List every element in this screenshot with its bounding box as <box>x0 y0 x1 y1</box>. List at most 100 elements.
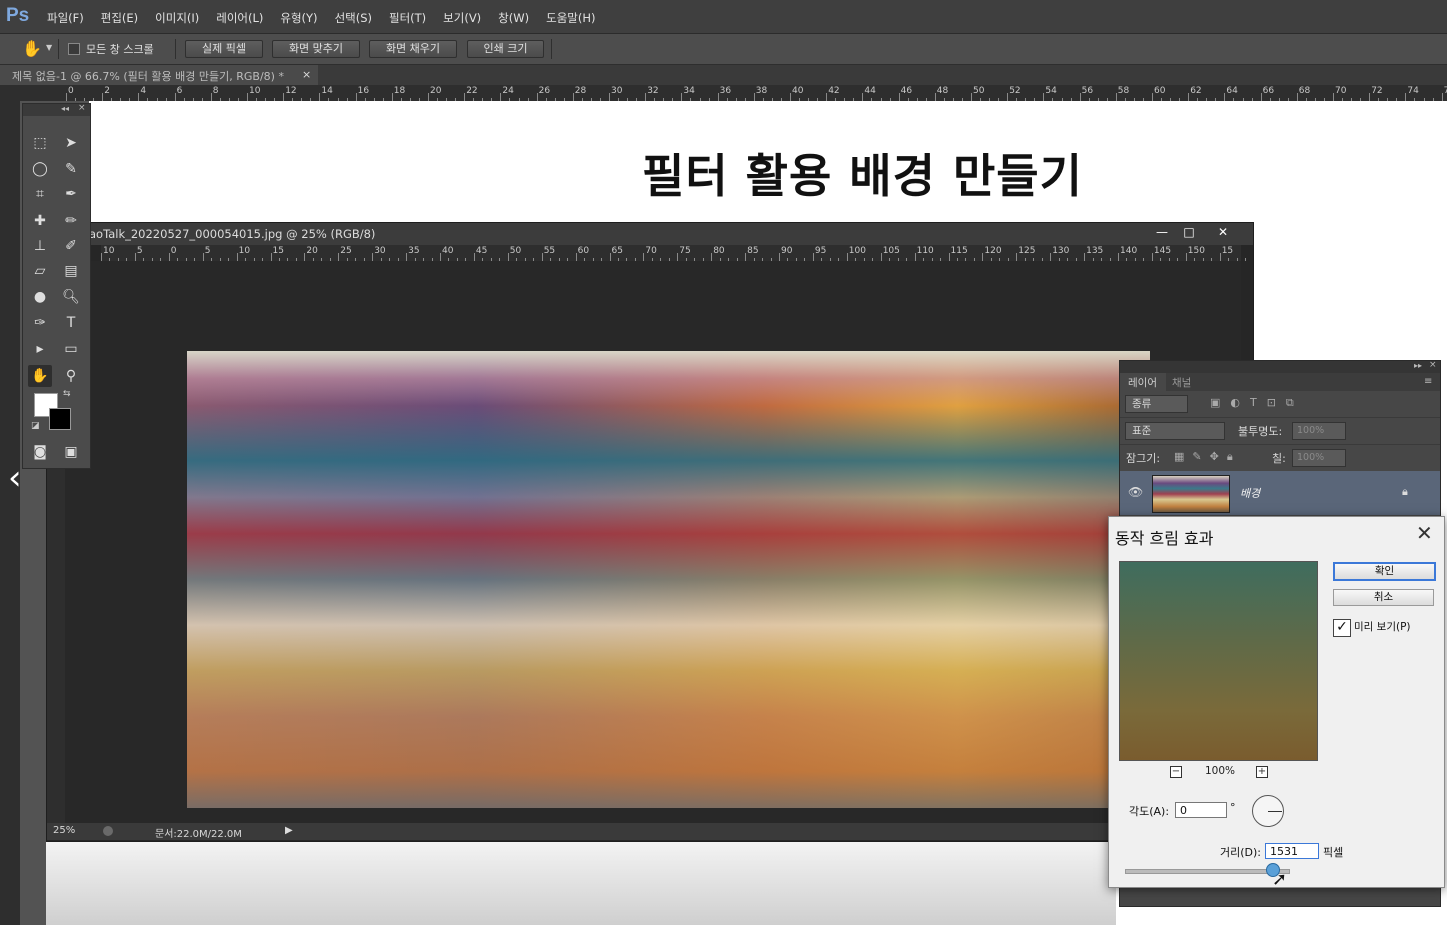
menu-file[interactable]: 파일(F) <box>47 10 84 26</box>
angle-dial[interactable] <box>1252 795 1284 827</box>
chevron-down-icon[interactable]: ▼ <box>46 43 52 52</box>
quick-select-tool-icon[interactable]: ✎ <box>59 158 83 180</box>
crop-tool-icon[interactable]: ⌗ <box>28 183 52 205</box>
gradient-tool-icon[interactable]: ▤ <box>59 260 83 282</box>
clone-stamp-icon[interactable]: ⊥ <box>28 235 52 257</box>
lock-icons[interactable]: ▦✎✥🔒︎ <box>1174 450 1241 464</box>
menu-view[interactable]: 보기(V) <box>443 10 481 26</box>
distance-label: 거리(D): <box>1220 846 1261 859</box>
quick-mask-icon[interactable]: ◙ <box>28 441 52 463</box>
brush-tool-icon[interactable]: ✏ <box>59 210 83 232</box>
play-icon[interactable]: ▶ <box>285 825 293 836</box>
menu-help[interactable]: 도움말(H) <box>546 10 595 26</box>
ruler-label: 0 <box>170 246 177 256</box>
cancel-button[interactable]: 취소 <box>1333 589 1434 606</box>
zoom-level[interactable]: 25% <box>53 825 75 836</box>
pen-tool-icon[interactable]: ✑ <box>28 312 52 334</box>
type-tool-icon[interactable]: T <box>59 312 83 334</box>
default-colors-icon[interactable]: ◪ <box>31 421 40 431</box>
zoom-in-icon[interactable]: + <box>1256 766 1268 778</box>
menu-layer[interactable]: 레이어(L) <box>216 10 263 26</box>
swap-colors-icon[interactable]: ⇆ <box>63 389 71 399</box>
collapse-icon[interactable]: ◂◂ <box>61 104 69 113</box>
menu-image[interactable]: 이미지(I) <box>155 10 199 26</box>
maximize-button[interactable]: □ <box>1178 225 1200 240</box>
distance-input[interactable] <box>1265 843 1319 859</box>
eyedropper-tool-icon[interactable]: ✒ <box>59 183 83 205</box>
layers-panel-header[interactable]: ▸▸ × <box>1120 360 1440 373</box>
close-icon[interactable]: × <box>78 103 86 113</box>
layer-row-background[interactable]: 👁︎ 배경 🔒︎ <box>1120 471 1440 515</box>
ruler-label: 52 <box>1009 86 1021 96</box>
image-window-titlebar[interactable]: aoTalk_20220527_000054015.jpg @ 25% (RGB… <box>47 223 1253 245</box>
slide-title: 필터 활용 배경 만들기 <box>642 149 1083 203</box>
ruler-label: 85 <box>747 246 759 256</box>
zoom-out-icon[interactable]: − <box>1170 766 1182 778</box>
ruler-tick <box>304 253 306 261</box>
filter-preview[interactable] <box>1119 561 1318 761</box>
tab-channels[interactable]: 채널 <box>1172 375 1191 390</box>
ruler-label: 135 <box>1086 246 1104 256</box>
background-color-swatch[interactable] <box>49 408 71 430</box>
eraser-tool-icon[interactable]: ▱ <box>28 260 52 282</box>
print-size-button[interactable]: 인쇄 크기 <box>467 40 544 58</box>
chevron-left-icon[interactable]: ‹ <box>8 458 22 498</box>
ruler-tick <box>210 93 212 101</box>
ruler-minor-tick <box>75 98 77 101</box>
ruler-tick <box>406 253 408 261</box>
ruler-tick <box>812 253 814 261</box>
healing-brush-icon[interactable]: ✚ <box>28 210 52 232</box>
menu-filter[interactable]: 필터(T) <box>389 10 426 26</box>
layer-name[interactable]: 배경 <box>1240 485 1260 501</box>
ruler-label: 62 <box>1190 86 1202 96</box>
tools-panel-header[interactable]: ◂◂ × <box>23 103 90 116</box>
move-tool-icon[interactable]: ➤ <box>59 132 83 154</box>
screen-mode-icon[interactable]: ▣ <box>59 441 83 463</box>
shape-tool-icon[interactable]: ▭ <box>59 338 83 360</box>
hand-tool-icon[interactable]: ✋ <box>28 365 52 387</box>
scroll-all-checkbox[interactable] <box>68 43 80 55</box>
menu-type[interactable]: 유형(Y) <box>280 10 317 26</box>
eye-icon[interactable]: 👁︎ <box>1128 485 1143 499</box>
close-icon[interactable]: × <box>1429 360 1437 370</box>
blur-tool-icon[interactable]: ● <box>28 286 52 308</box>
close-icon[interactable]: ✕ <box>1416 521 1433 545</box>
path-select-icon[interactable]: ▸ <box>28 338 52 360</box>
marquee-tool-icon[interactable]: ⬚ <box>28 132 52 154</box>
close-button[interactable]: ✕ <box>1212 225 1234 240</box>
fill-screen-button[interactable]: 화면 채우기 <box>369 40 457 58</box>
filter-kind-select[interactable]: 종류 <box>1125 395 1188 413</box>
canvas-bottom <box>46 840 1116 925</box>
panel-menu-icon[interactable]: ≡ <box>1424 376 1432 387</box>
fit-screen-button[interactable]: 화면 맞추기 <box>272 40 360 58</box>
image-area[interactable] <box>65 261 1241 823</box>
collapse-icon[interactable]: ▸▸ <box>1414 361 1422 370</box>
ruler-tick <box>1185 253 1187 261</box>
opacity-input[interactable]: 100% <box>1292 422 1346 440</box>
ruler-tick <box>790 93 791 101</box>
status-icon[interactable] <box>103 826 113 836</box>
lasso-tool-icon[interactable]: ◯ <box>28 158 52 180</box>
zoom-tool-icon[interactable]: ⚲ <box>59 365 83 387</box>
hand-tool-icon[interactable]: ✋ <box>22 39 42 58</box>
angle-label: 각도(A): <box>1129 805 1170 818</box>
dodge-tool-icon[interactable]: 🔍︎ <box>59 286 83 308</box>
actual-pixels-button[interactable]: 실제 픽셀 <box>185 40 263 58</box>
preview-checkbox[interactable]: ✓ <box>1333 619 1351 637</box>
ok-button[interactable]: 확인 <box>1333 562 1436 581</box>
minimize-button[interactable]: — <box>1151 225 1173 240</box>
menu-edit[interactable]: 편집(E) <box>101 10 138 26</box>
history-brush-icon[interactable]: ✐ <box>59 235 83 257</box>
ruler-label: 125 <box>1018 246 1036 256</box>
tab-layers[interactable]: 레이어 <box>1128 375 1157 390</box>
blend-mode-select[interactable]: 표준 <box>1125 422 1225 440</box>
menu-select[interactable]: 선택(S) <box>335 10 372 26</box>
angle-input[interactable] <box>1175 802 1227 818</box>
fill-input[interactable]: 100% <box>1292 449 1346 467</box>
ruler-tick <box>1219 253 1221 261</box>
tab-close-icon[interactable]: × <box>302 68 311 81</box>
filter-icons[interactable]: ▣◐T⊡⧉ <box>1210 396 1304 410</box>
ruler-tick <box>1118 253 1119 261</box>
ruler-label: 38 <box>755 86 768 96</box>
menu-window[interactable]: 창(W) <box>498 10 529 26</box>
